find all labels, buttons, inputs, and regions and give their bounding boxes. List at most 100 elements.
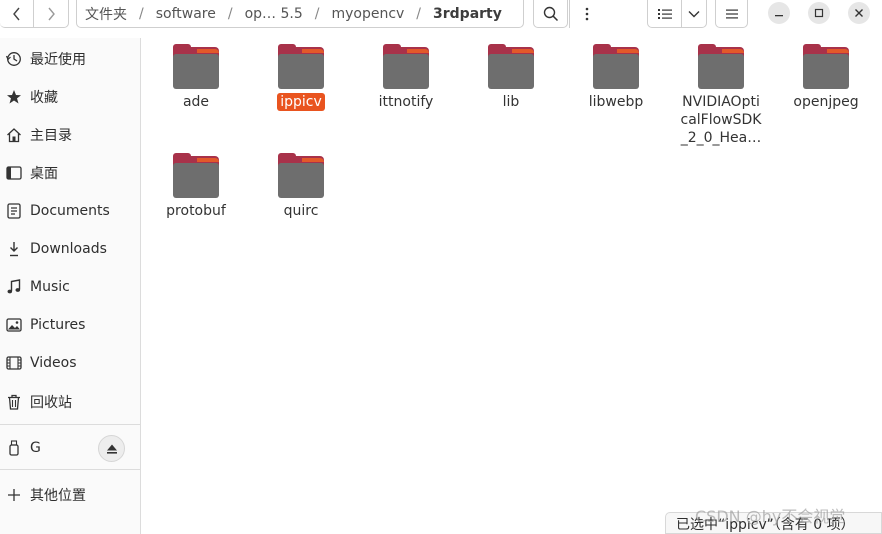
file-grid: ade ippicv ittnotify lib libwebp NVIDIAO… [141, 38, 882, 534]
maximize-icon [814, 8, 824, 18]
minimize-button[interactable] [768, 2, 790, 24]
selection-status: 已选中“ippicv”（含有 0 项） [665, 512, 882, 534]
sidebar-item-label: Videos [30, 355, 77, 371]
main-menu-button[interactable] [715, 0, 748, 28]
folder-icon [803, 44, 849, 89]
folder-icon [278, 44, 324, 89]
eject-button[interactable] [98, 435, 125, 462]
folder-icon [383, 44, 429, 89]
folder-item[interactable]: libwebp [564, 41, 668, 111]
folder-label: openjpeg [793, 94, 859, 110]
usb-drive-icon [6, 440, 22, 456]
folder-icon [488, 44, 534, 89]
plus-icon [6, 487, 22, 503]
sidebar-item-label: Music [30, 279, 70, 295]
chevron-down-icon [688, 10, 700, 17]
sidebar-item-pictures[interactable]: Pictures [0, 310, 140, 340]
list-view-button[interactable] [647, 0, 682, 28]
sidebar-item-label: G [30, 440, 41, 456]
folder-label: lib [502, 94, 520, 110]
search-button[interactable] [533, 0, 568, 28]
eject-icon [106, 444, 117, 454]
downloads-icon [6, 241, 22, 257]
folder-item[interactable]: ade [144, 41, 248, 111]
sidebar-item-trash[interactable]: 回收站 [0, 387, 140, 417]
breadcrumb-separator: / [139, 5, 144, 22]
sidebar-item-starred[interactable]: 收藏 [0, 82, 140, 112]
folder-icon [278, 153, 324, 198]
list-view-icon [657, 8, 672, 19]
folder-label: ittnotify [378, 94, 434, 110]
sidebar-divider [0, 424, 140, 425]
minimize-icon [775, 15, 783, 17]
pictures-icon [6, 317, 22, 333]
folder-item-selected[interactable]: ippicv [249, 41, 353, 111]
close-button[interactable] [848, 2, 870, 24]
sidebar-item-label: Documents [30, 203, 110, 219]
sidebar-item-label: Pictures [30, 317, 86, 333]
home-icon [6, 127, 22, 143]
back-button[interactable] [0, 0, 34, 28]
desktop-icon [6, 165, 22, 181]
folder-item[interactable]: lib [459, 41, 563, 111]
folder-icon [173, 153, 219, 198]
recent-icon [6, 51, 22, 67]
documents-icon [6, 203, 22, 219]
breadcrumb: 文件夹 / software / op… 5.5 / myopencv / 3r… [76, 0, 588, 28]
sidebar-item-label: Downloads [30, 241, 107, 257]
sidebar-item-music[interactable]: Music [0, 272, 140, 302]
sidebar-item-label: 收藏 [30, 90, 58, 106]
folder-item[interactable]: protobuf [144, 150, 248, 220]
folder-label: NVIDIAOpticalFlowSDK_2_0_Hea… [680, 94, 762, 146]
sidebar-item-label: 主目录 [30, 128, 72, 144]
folder-icon [173, 44, 219, 89]
sidebar-item-recent[interactable]: 最近使用 [0, 44, 140, 74]
sidebar-item-other-locations[interactable]: 其他位置 [0, 480, 140, 510]
sidebar: 最近使用 收藏 主目录 桌面 Documents Downloads Music… [0, 38, 141, 534]
sidebar-divider [0, 469, 140, 470]
sidebar-item-home[interactable]: 主目录 [0, 120, 140, 150]
folder-icon [593, 44, 639, 89]
folder-item[interactable]: ittnotify [354, 41, 458, 111]
breadcrumb-item[interactable]: op… 5.5 [237, 6, 311, 22]
breadcrumb-item[interactable]: software [148, 6, 224, 22]
trash-icon [6, 394, 22, 410]
sidebar-item-desktop[interactable]: 桌面 [0, 158, 140, 188]
breadcrumb-item[interactable]: 文件夹 [77, 4, 135, 24]
folder-item[interactable]: quirc [249, 150, 353, 220]
breadcrumb-separator: / [227, 5, 233, 22]
videos-icon [6, 355, 22, 371]
folder-label: ippicv [277, 93, 325, 111]
folder-label: quirc [283, 203, 319, 219]
folder-item[interactable]: NVIDIAOpticalFlowSDK_2_0_Hea… [669, 41, 773, 147]
sidebar-item-documents[interactable]: Documents [0, 196, 140, 226]
sidebar-item-label: 其他位置 [30, 488, 86, 504]
breadcrumb-separator: / [416, 5, 422, 22]
folder-icon [698, 44, 744, 89]
vertical-dots-icon [585, 7, 588, 21]
forward-button[interactable] [33, 0, 69, 28]
search-icon [543, 6, 558, 21]
path-menu-button[interactable] [569, 0, 603, 28]
sidebar-item-videos[interactable]: Videos [0, 348, 140, 378]
hamburger-icon [725, 9, 738, 18]
sidebar-item-label: 回收站 [30, 395, 72, 411]
sidebar-item-label: 桌面 [30, 166, 58, 182]
view-options-button[interactable] [681, 0, 707, 28]
breadcrumb-item[interactable]: myopencv [323, 6, 412, 22]
header-bar: 文件夹 / software / op… 5.5 / myopencv / 3r… [0, 0, 882, 32]
folder-label: ade [182, 94, 210, 110]
maximize-button[interactable] [808, 2, 830, 24]
breadcrumb-current[interactable]: 3rdparty [425, 6, 510, 22]
chevron-left-icon [12, 7, 20, 20]
folder-label: libwebp [588, 94, 644, 110]
close-icon [855, 9, 863, 17]
star-icon [6, 89, 22, 105]
folder-label: protobuf [166, 203, 226, 219]
music-icon [6, 279, 22, 295]
sidebar-item-downloads[interactable]: Downloads [0, 234, 140, 264]
chevron-right-icon [48, 7, 55, 20]
breadcrumb-separator: / [314, 5, 320, 22]
sidebar-item-label: 最近使用 [30, 52, 86, 68]
folder-item[interactable]: openjpeg [774, 41, 878, 111]
